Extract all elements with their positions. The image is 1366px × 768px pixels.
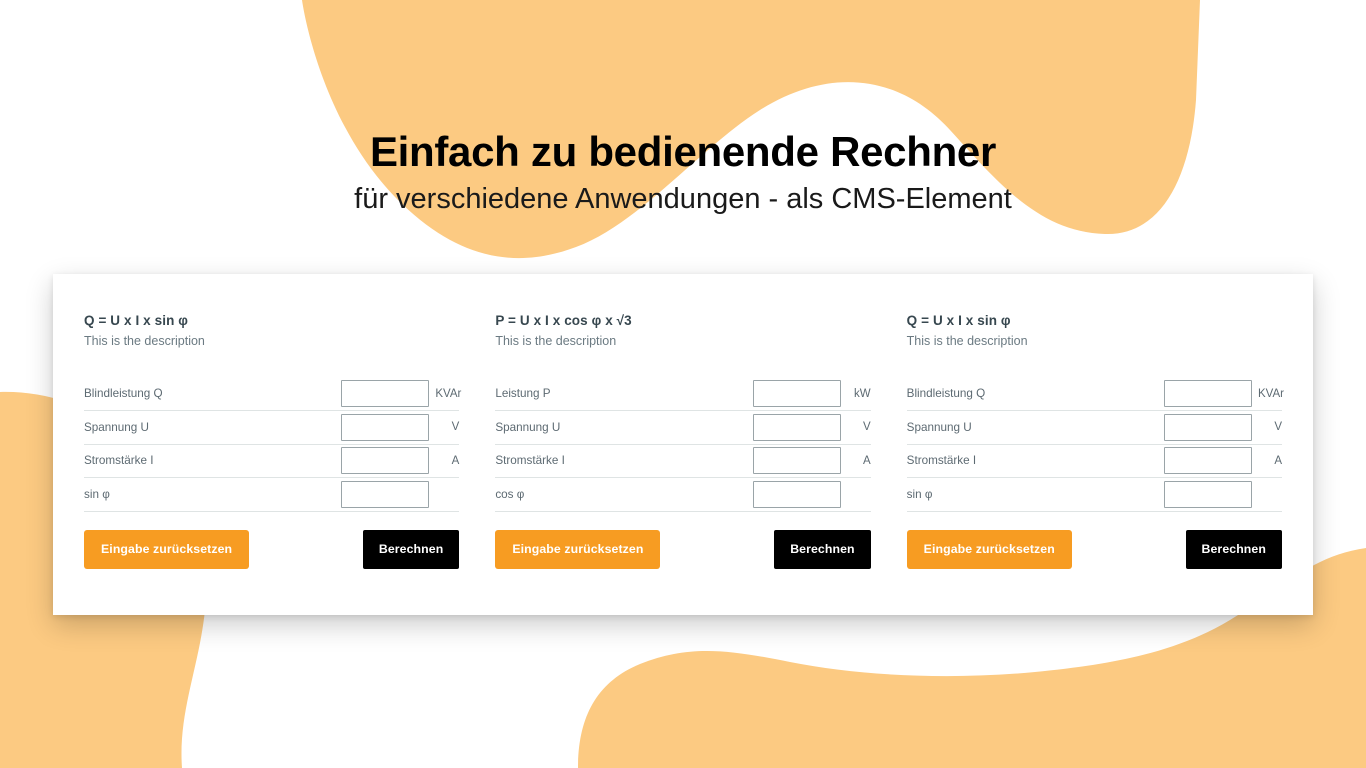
calculate-button[interactable]: Berechnen (362, 529, 460, 570)
field-input[interactable] (1163, 447, 1252, 475)
calculator-field-row: Spannung U V (495, 411, 871, 445)
calculator-field-list: Blindleistung Q KVAr Spannung U V Stromstärk… (906, 378, 1284, 512)
calculator-grid: Q = U x I x sin φ This is the description… (53, 274, 1313, 615)
calculator-field-list: Leistung P kW Spannung U V Stromstärke I Acos… (495, 378, 871, 512)
field-unit-label: V (1274, 421, 1282, 434)
field-label: sin φ (84, 487, 110, 501)
calculator-field-row: Spannung U V (906, 411, 1282, 445)
field-label: sin φ (906, 487, 933, 501)
calculator-actions: Eingabe zurücksetzen Berechnen (495, 529, 871, 570)
field-unit-label: KVAr (1257, 387, 1284, 400)
field-label: Stromstärke I (906, 454, 977, 468)
field-unit-label: KVAr (435, 387, 462, 400)
calculator-card: P = U x I x cos φ x √3 This is the descri… (495, 312, 871, 615)
calculator-actions: Eingabe zurücksetzen Berechnen (906, 529, 1282, 570)
calculator-description: This is the description (906, 334, 1028, 349)
calculator-actions: Eingabe zurücksetzen Berechnen (84, 529, 460, 570)
field-label: Stromstärke I (84, 454, 154, 468)
field-unit-label: V (451, 421, 460, 434)
page-subtitle: für verschiedene Anwendungen - als CMS-E… (354, 182, 1012, 215)
reset-button[interactable]: Eingabe zurücksetzen (906, 529, 1072, 570)
calculator-field-row: Stromstärke I A (495, 445, 871, 479)
field-input[interactable] (341, 447, 430, 475)
hero-heading-block: Einfach zu bedienende Rechner für versch… (0, 128, 1366, 217)
calculator-field-row: Stromstärke I A (906, 445, 1282, 479)
calculator-card: Q = U x I x sin φ This is the description… (906, 312, 1284, 615)
calculator-field-row: sin φ (906, 478, 1282, 512)
calculator-field-row: Blindleistung Q KVAr (84, 378, 462, 412)
field-unit-label: A (862, 454, 871, 467)
field-unit-label: A (1274, 454, 1282, 467)
field-label: Stromstärke I (495, 454, 565, 468)
calculate-button[interactable]: Berechnen (1185, 529, 1282, 570)
field-label: Blindleistung Q (84, 387, 163, 401)
reset-button[interactable]: Eingabe zurücksetzen (84, 529, 250, 570)
calculator-field-list: Blindleistung Q KVAr Spannung U V Stromstärk… (84, 378, 462, 512)
calculator-card: Q = U x I x sin φ This is the description… (84, 312, 462, 615)
field-input[interactable] (752, 447, 841, 475)
calculator-formula-title: Q = U x I x sin φ (906, 313, 1011, 328)
calculator-field-row: Stromstärke I A (84, 445, 460, 479)
field-label: Blindleistung Q (906, 387, 986, 401)
calculator-field-row: sin φ (84, 478, 460, 512)
field-label: Leistung P (495, 387, 551, 401)
calculator-formula-title: Q = U x I x sin φ (84, 313, 189, 328)
calculate-button[interactable]: Berechnen (774, 529, 871, 570)
field-unit-label: A (451, 454, 460, 467)
field-input[interactable] (752, 480, 841, 508)
calculator-field-row: cos φ (495, 478, 871, 512)
field-label: cos φ (495, 487, 525, 501)
calculator-panel: Q = U x I x sin φ This is the description… (53, 274, 1313, 615)
field-label: Spannung U (495, 420, 561, 434)
field-unit-label: V (862, 421, 871, 434)
field-unit-label: kW (854, 387, 871, 400)
field-input[interactable] (1163, 480, 1252, 508)
field-input[interactable] (1163, 413, 1252, 441)
field-input[interactable] (341, 413, 430, 441)
reset-button[interactable]: Eingabe zurücksetzen (495, 529, 661, 570)
page-title: Einfach zu bedienende Rechner (369, 128, 997, 175)
calculator-field-row: Leistung P kW (495, 378, 871, 412)
calculator-description: This is the description (84, 334, 205, 349)
field-label: Spannung U (906, 420, 972, 434)
field-input[interactable] (341, 380, 430, 408)
field-input[interactable] (752, 413, 841, 441)
field-input[interactable] (752, 380, 841, 408)
field-label: Spannung U (84, 420, 149, 434)
field-input[interactable] (1163, 380, 1252, 408)
calculator-field-row: Spannung U V (84, 411, 460, 445)
calculator-formula-title: P = U x I x cos φ x √3 (495, 313, 632, 328)
field-input[interactable] (341, 480, 430, 508)
calculator-field-row: Blindleistung Q KVAr (906, 378, 1284, 412)
calculator-description: This is the description (495, 334, 617, 349)
